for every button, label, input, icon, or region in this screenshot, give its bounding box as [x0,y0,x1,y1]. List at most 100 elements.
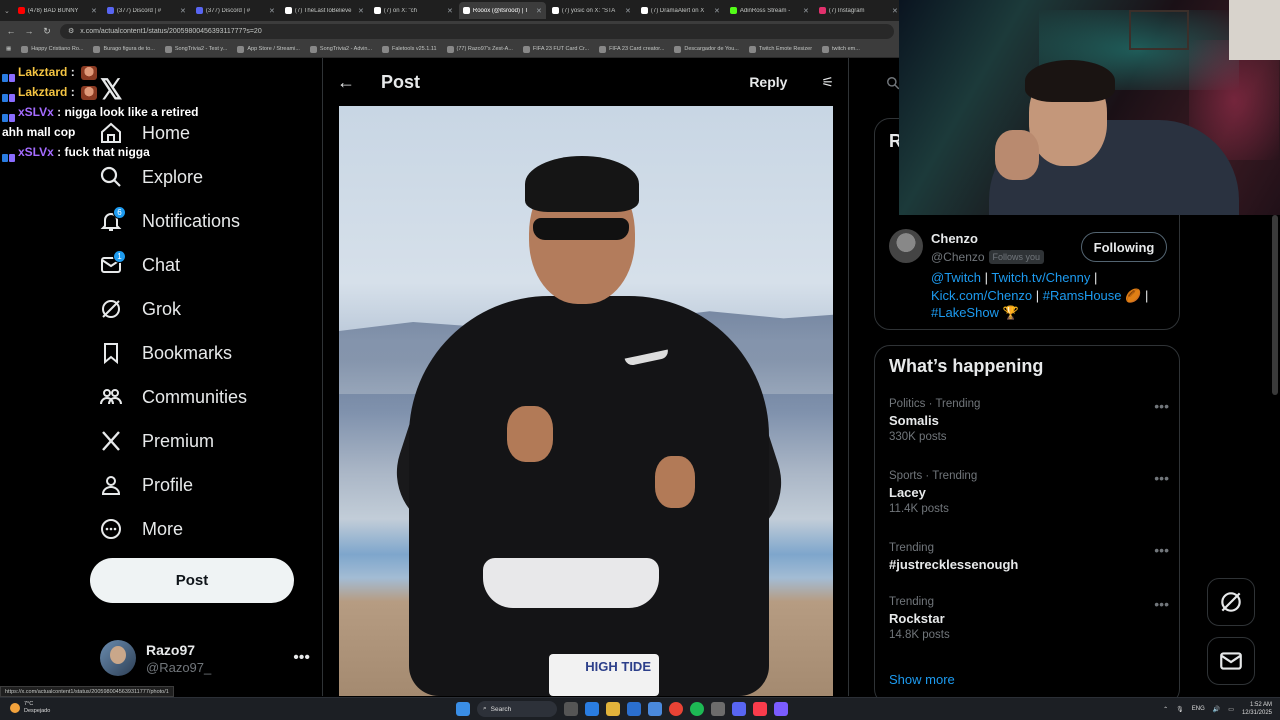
bookmark-item[interactable]: Faletools v25.1.11 [382,45,437,53]
chat-username[interactable]: Lakztard [18,85,67,99]
nav-item-more[interactable]: More [98,511,183,547]
browser-tab[interactable]: (377) Discord | # ✕ [103,2,190,19]
nav-item-premium[interactable]: Premium [98,423,214,459]
site-info-icon[interactable]: ⚙ [68,27,74,35]
file-explorer-icon[interactable] [606,702,620,716]
grok-fab-button[interactable] [1207,578,1255,626]
more-dots-icon[interactable]: ••• [1154,596,1169,612]
nav-item-notifications[interactable]: 6 Notifications [98,203,240,239]
browser-tab[interactable]: AdinRoss Stream - ✕ [726,2,813,19]
back-arrow-icon[interactable]: ← [337,72,355,93]
task-view-icon[interactable] [564,702,578,716]
bio-link[interactable]: Twitch.tv/Chenny [991,270,1090,285]
bookmark-item[interactable]: SongTrivia2 - Advin... [309,45,372,53]
browser-tab[interactable]: (478) BAD BUNNY ✕ [14,2,101,19]
nav-item-profile[interactable]: Profile [98,467,193,503]
bio-link[interactable]: Kick.com/Chenzo [931,288,1032,303]
close-icon[interactable]: ✕ [180,7,186,15]
reload-icon[interactable]: ↻ [42,26,52,37]
taskbar-search[interactable]: ⌕ Search [477,701,557,717]
page-scrollbar[interactable] [1272,215,1278,395]
bookmark-item[interactable]: Happy Cristiano Ro... [21,45,83,53]
app-icon[interactable] [774,702,788,716]
trend-item[interactable]: Trending #justrecklessenough ••• [889,542,1169,572]
following-button[interactable]: Following [1081,232,1167,262]
tab-list-icon[interactable]: ⌄ [4,7,10,15]
close-icon[interactable]: ✕ [269,7,275,15]
more-dots-icon[interactable]: ••• [1154,542,1169,558]
clock[interactable]: 1:52 AM 12/31/2025 [1242,701,1272,717]
nav-item-grok[interactable]: Grok [98,291,181,327]
post-photo[interactable]: HIGH TIDE [339,106,833,696]
discord-icon[interactable] [732,702,746,716]
browser-tab[interactable]: (7) on X: "ch ✕ [370,2,457,19]
browser-tab[interactable]: (7) yosic on X: "STA ✕ [548,2,635,19]
steam-icon[interactable] [711,702,725,716]
chat-username[interactable]: Lakztard [18,65,67,79]
more-dots-icon[interactable]: ••• [293,649,310,667]
messages-fab-button[interactable] [1207,637,1255,685]
reply-button[interactable]: Reply [749,74,787,90]
search-icon[interactable] [886,76,900,93]
trend-item[interactable]: Sports · Trending Lacey 11.4K posts ••• [889,470,1169,515]
bookmark-item[interactable]: FIFA 23 Card creator... [599,45,664,53]
bookmark-item[interactable]: FIFA 23 FUT Card Cr... [522,45,589,53]
windows-start-icon[interactable] [456,702,470,716]
close-icon[interactable]: ✕ [892,7,898,15]
browser-tab[interactable]: Rooox (@itsrood) | T ✕ [458,2,546,19]
person-name[interactable]: Chenzo [931,231,978,246]
post-button[interactable]: Post [90,558,294,603]
nav-item-bookmarks[interactable]: Bookmarks [98,335,232,371]
nav-item-chat[interactable]: 1 Chat [98,247,180,283]
close-icon[interactable]: ✕ [536,7,542,15]
chrome-icon[interactable] [669,702,683,716]
music-app-icon[interactable] [753,702,767,716]
mail-app-icon[interactable] [648,702,662,716]
nav-item-explore[interactable]: Explore [98,159,203,195]
chat-username[interactable]: xSLVx [18,105,54,119]
account-switcher[interactable]: Razo97 @Razo97_ ••• [100,638,310,678]
microphone-icon[interactable]: 🎙 [1176,706,1184,713]
browser-tab[interactable]: (7) DramaAlert on X ✕ [637,2,724,19]
bookmark-item[interactable]: Burago figura de to... [93,45,155,53]
more-dots-icon[interactable]: ••• [1154,398,1169,414]
bookmark-item[interactable]: (77) Razo97's Zest-A... [446,45,513,53]
chat-username[interactable]: xSLVx [18,145,54,159]
bio-link[interactable]: #RamsHouse [1043,288,1122,303]
show-more-link[interactable]: Show more [889,672,955,687]
trend-item[interactable]: Politics · Trending Somalis 330K posts ••• [889,398,1169,443]
bookmark-item[interactable]: twitch em... [822,45,860,53]
more-dots-icon[interactable]: ••• [1154,470,1169,486]
nav-item-communities[interactable]: Communities [98,379,247,415]
bookmark-item[interactable]: Descargador de You... [674,45,739,53]
forward-arrow-icon[interactable]: → [24,26,34,36]
url-field[interactable]: ⚙ x.com/actualcontent1/status/2005980045… [60,23,894,39]
back-arrow-icon[interactable]: ← [6,26,16,36]
avatar[interactable] [889,229,923,263]
bookmark-item[interactable]: Twitch Emote Resizer [748,45,812,53]
network-icon[interactable]: ▭ [1228,706,1234,713]
close-icon[interactable]: ✕ [714,7,720,15]
browser-tab[interactable]: (7) TheLastToBelieve ✕ [281,2,368,19]
chevron-up-icon[interactable]: ⌃ [1163,706,1168,713]
spotify-icon[interactable] [690,702,704,716]
browser-tab[interactable]: (7) Instagram ✕ [815,2,902,19]
weather-widget[interactable]: 7°C Despejado [10,701,50,715]
close-icon[interactable]: ✕ [358,7,364,15]
bio-link[interactable]: #LakeShow [931,305,999,320]
edge-icon[interactable] [585,702,599,716]
close-icon[interactable]: ✕ [91,7,97,15]
language-indicator[interactable]: ENG [1192,706,1205,712]
apps-grid-icon[interactable]: ▦ [6,46,11,52]
close-icon[interactable]: ✕ [625,7,631,15]
trend-item[interactable]: Trending Rockstar 14.8K posts ••• [889,596,1169,641]
close-icon[interactable]: ✕ [447,7,453,15]
sliders-icon[interactable]: ⚟ [821,74,834,91]
volume-icon[interactable]: 🔊 [1213,706,1220,713]
browser-tab[interactable]: (377) Discord | # ✕ [192,2,279,19]
bio-link[interactable]: @Twitch [931,270,981,285]
bookmark-item[interactable]: App Store / Streami... [237,45,300,53]
bookmark-item[interactable]: SongTrivia2 - Test y... [164,45,227,53]
close-icon[interactable]: ✕ [803,7,809,15]
store-icon[interactable] [627,702,641,716]
